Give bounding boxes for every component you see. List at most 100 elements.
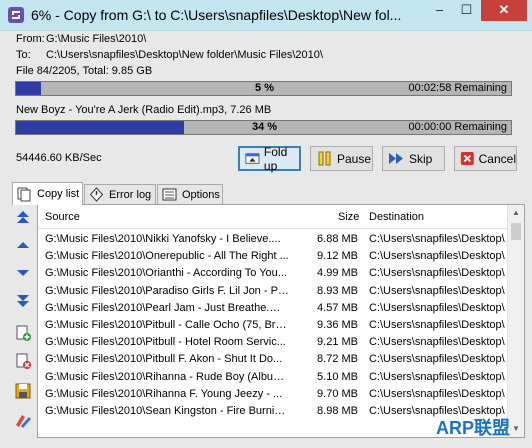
- overall-progress-bar: 5 % 00:02:58 Remaining: [15, 81, 512, 96]
- cell-destination: C:\Users\snapfiles\Desktop\: [369, 370, 505, 383]
- column-header-destination[interactable]: Destination: [369, 211, 424, 223]
- options-icon: [162, 188, 177, 201]
- maximize-button[interactable]: ☐: [453, 0, 480, 21]
- table-row[interactable]: G:\Music Files\2010\Pearl Jam - Just Bre…: [38, 300, 508, 317]
- move-down-button[interactable]: [13, 263, 33, 283]
- cell-source: G:\Music Files\2010\Onerepublic - All Th…: [45, 250, 289, 263]
- cell-source: G:\Music Files\2010\Paradiso Girls F. Li…: [45, 284, 289, 297]
- copy-list-table[interactable]: Source Size Destination G:\Music Files\2…: [37, 204, 525, 438]
- fold-up-icon: [245, 153, 260, 164]
- cell-size: 8.93 MB: [317, 284, 358, 297]
- load-list-icon: [15, 414, 31, 428]
- skip-button[interactable]: Skip: [382, 146, 445, 171]
- close-button[interactable]: ✕: [481, 0, 527, 21]
- cell-size: 9.21 MB: [317, 336, 358, 349]
- table-row[interactable]: G:\Music Files\2010\Rihanna - Rude Boy (…: [38, 369, 508, 386]
- tab-error-log[interactable]: Error log: [84, 184, 156, 204]
- cell-size: 8.98 MB: [317, 404, 358, 417]
- table-body: G:\Music Files\2010\Nikki Yanofsky - I B…: [38, 231, 508, 420]
- list-toolbar: [10, 205, 36, 440]
- fold-up-label: Fold up: [263, 144, 288, 173]
- to-line: To: C:\Users\snapfiles\Desktop\New folder…: [16, 49, 323, 61]
- cell-source: G:\Music Files\2010\Pitbull - Hotel Room…: [45, 336, 286, 349]
- cancel-button[interactable]: Cancel: [454, 146, 517, 171]
- from-value: G:\Music Files\2010\: [46, 33, 147, 45]
- cell-destination: C:\Users\snapfiles\Desktop\: [369, 318, 505, 331]
- cell-source: G:\Music Files\2010\Rihanna - Rude Boy (…: [45, 370, 289, 383]
- cell-size: 4.57 MB: [317, 301, 358, 314]
- copy-list-icon: [17, 187, 31, 201]
- double-up-arrow-icon: [17, 211, 29, 223]
- load-list-button[interactable]: [13, 409, 33, 429]
- table-header: Source Size Destination: [38, 205, 508, 229]
- cell-source: G:\Music Files\2010\Pitbull - Calle Ocho…: [45, 318, 289, 331]
- table-row[interactable]: G:\Music Files\2010\Pitbull F. Akon - Sh…: [38, 351, 508, 368]
- cell-source: G:\Music Files\2010\Sean Kingston - Fire…: [45, 404, 289, 417]
- column-header-size[interactable]: Size: [338, 211, 359, 223]
- cell-size: 8.72 MB: [317, 353, 358, 366]
- pause-label: Pause: [337, 151, 372, 166]
- cancel-label: Cancel: [478, 151, 516, 166]
- cell-destination: C:\Users\snapfiles\Desktop\: [369, 250, 505, 263]
- current-file: New Boyz - You're A Jerk (Radio Edit).mp…: [16, 104, 272, 116]
- file-progress-bar: 34 % 00:00:00 Remaining: [15, 120, 512, 135]
- cell-destination: C:\Users\snapfiles\Desktop\: [369, 284, 505, 297]
- cell-destination: C:\Users\snapfiles\Desktop\: [369, 353, 505, 366]
- title-bar: 6% - Copy from G:\ to C:\Users\snapfiles…: [0, 0, 532, 31]
- add-files-button[interactable]: [13, 323, 33, 343]
- cell-destination: C:\Users\snapfiles\Desktop\: [369, 233, 505, 245]
- cell-destination: C:\Users\snapfiles\Desktop\: [369, 387, 505, 400]
- tab-options[interactable]: Options: [157, 184, 223, 204]
- to-label: To:: [16, 49, 31, 61]
- tab-error-log-label: Error log: [109, 188, 152, 201]
- cell-destination: C:\Users\snapfiles\Desktop\: [369, 301, 505, 314]
- error-log-icon: [89, 187, 104, 202]
- scrollbar-thumb[interactable]: [511, 223, 521, 240]
- table-row[interactable]: G:\Music Files\2010\Pitbull - Calle Ocho…: [38, 317, 508, 334]
- table-row[interactable]: G:\Music Files\2010\Nikki Yanofsky - I B…: [38, 231, 508, 248]
- to-value: C:\Users\snapfiles\Desktop\New folder\Mu…: [46, 49, 323, 61]
- table-row[interactable]: G:\Music Files\2010\Rihanna F. Young Jee…: [38, 386, 508, 403]
- skip-label: Skip: [409, 151, 433, 166]
- fold-up-button[interactable]: Fold up: [238, 144, 301, 173]
- cell-size: 9.70 MB: [317, 387, 358, 400]
- pause-icon: [318, 151, 331, 166]
- scroll-up-arrow-icon[interactable]: ▲: [508, 205, 524, 221]
- tab-copy-list-label: Copy list: [37, 188, 80, 200]
- move-to-bottom-button[interactable]: [13, 291, 33, 311]
- file-remaining: 00:00:00 Remaining: [408, 121, 507, 133]
- save-icon: [15, 383, 31, 399]
- transfer-speed: 54446.60 KB/Sec: [16, 152, 102, 164]
- cell-size: 4.99 MB: [317, 267, 358, 280]
- app-icon: [8, 7, 24, 23]
- cell-source: G:\Music Files\2010\Orianthi - According…: [45, 267, 287, 280]
- cell-size: 9.36 MB: [317, 318, 358, 331]
- move-to-top-button[interactable]: [13, 207, 33, 227]
- column-header-source[interactable]: Source: [45, 211, 80, 223]
- remove-file-icon: [16, 353, 31, 369]
- move-up-button[interactable]: [13, 235, 33, 255]
- cancel-icon: [460, 152, 474, 165]
- cell-size: 6.88 MB: [317, 233, 358, 245]
- table-row[interactable]: G:\Music Files\2010\Orianthi - According…: [38, 265, 508, 282]
- file-count: File 84/2205, Total: 9.85 GB: [16, 65, 153, 77]
- remove-files-button[interactable]: [13, 351, 33, 371]
- cell-source: G:\Music Files\2010\Nikki Yanofsky - I B…: [45, 233, 281, 245]
- cell-destination: C:\Users\snapfiles\Desktop\: [369, 336, 505, 349]
- up-arrow-icon: [17, 242, 29, 248]
- cell-size: 9.12 MB: [317, 250, 358, 263]
- from-line: From:G:\Music Files\2010\: [16, 33, 146, 45]
- table-row[interactable]: G:\Music Files\2010\Onerepublic - All Th…: [38, 248, 508, 265]
- save-list-button[interactable]: [13, 381, 33, 401]
- vertical-scrollbar[interactable]: ▲ ▼: [507, 205, 524, 437]
- pause-button[interactable]: Pause: [310, 146, 373, 171]
- table-row[interactable]: G:\Music Files\2010\Pitbull - Hotel Room…: [38, 334, 508, 351]
- tab-copy-list[interactable]: Copy list: [12, 182, 83, 205]
- cell-source: G:\Music Files\2010\Rihanna F. Young Jee…: [45, 387, 283, 400]
- down-arrow-icon: [17, 270, 29, 276]
- scroll-down-arrow-icon[interactable]: ▼: [508, 421, 524, 437]
- window-title: 6% - Copy from G:\ to C:\Users\snapfiles…: [31, 7, 402, 23]
- cell-source: G:\Music Files\2010\Pearl Jam - Just Bre…: [45, 301, 289, 314]
- table-row[interactable]: G:\Music Files\2010\Paradiso Girls F. Li…: [38, 283, 508, 300]
- minimize-button[interactable]: –: [426, 0, 453, 21]
